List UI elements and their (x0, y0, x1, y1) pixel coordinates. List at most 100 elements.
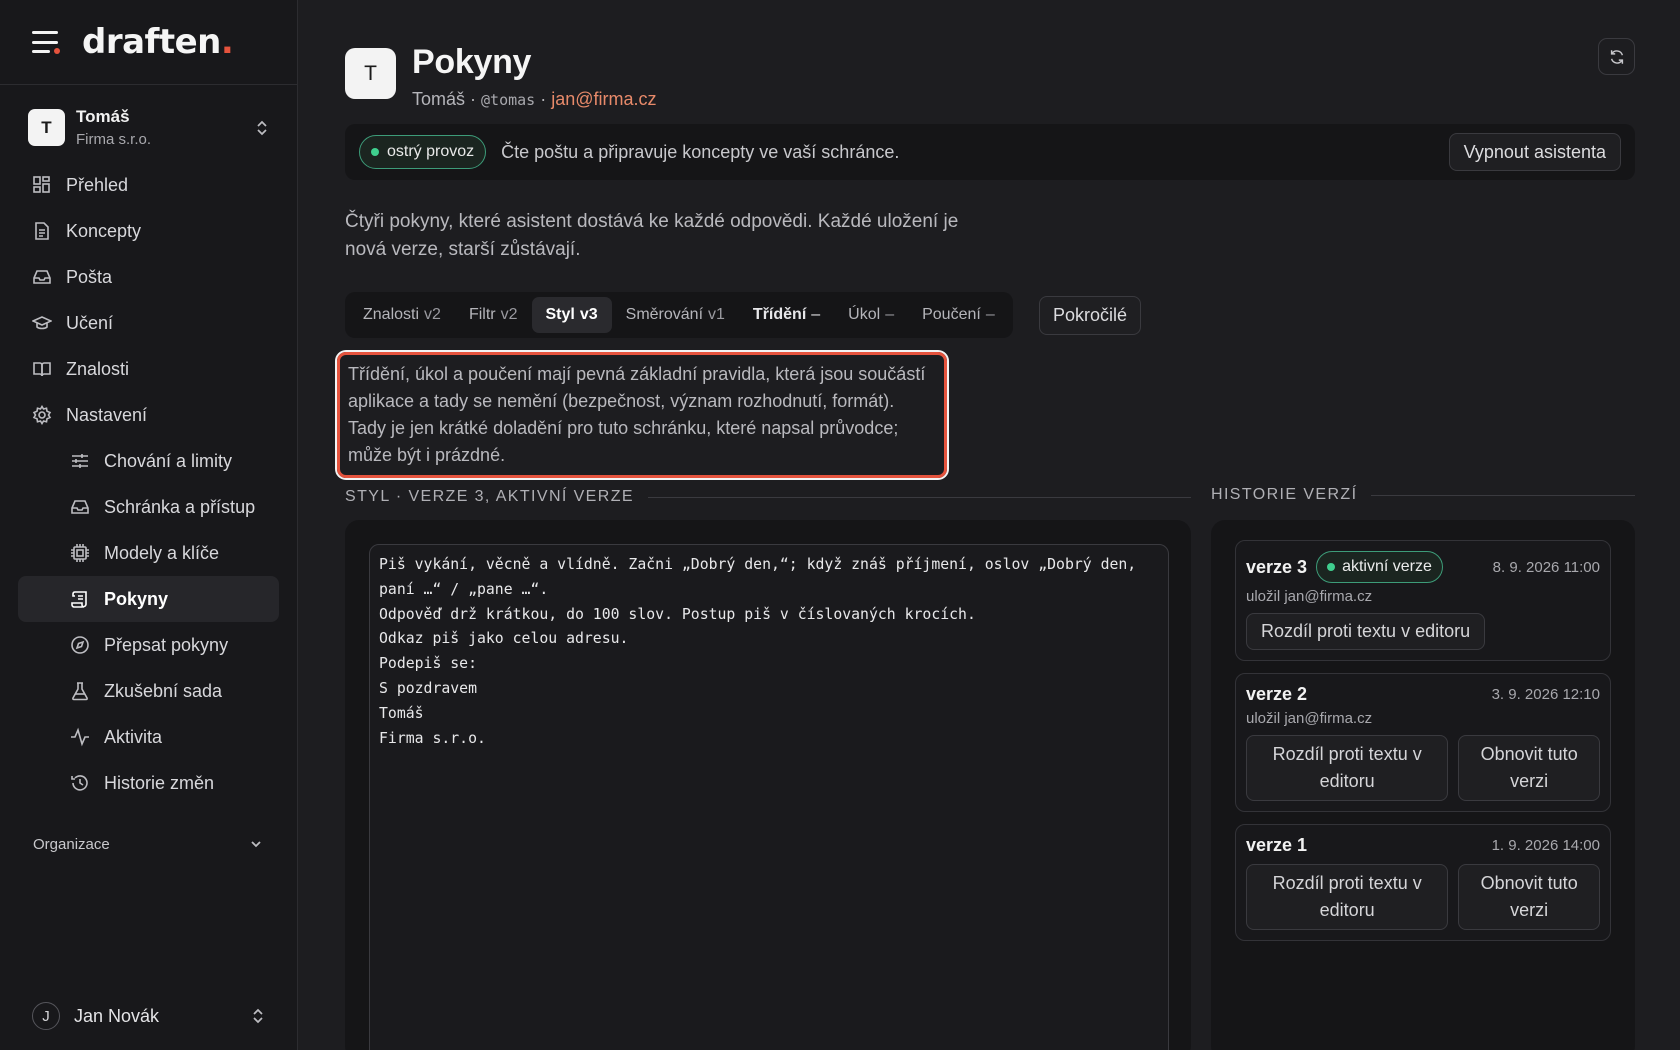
mailbox-handle: @tomas (481, 91, 536, 109)
status-badge: ostrý provoz (359, 135, 487, 169)
editor-panel: Piš vykání, věcně a vlídně. Začni „Dobrý… (345, 520, 1191, 1050)
sidebar-nav: Přehled Koncepty Pošta Učení Znalosti Na… (0, 162, 297, 806)
compass-icon (71, 636, 89, 654)
sidebar-item-znalosti[interactable]: Znalosti (18, 346, 279, 392)
sidebar-item-uceni[interactable]: Učení (18, 300, 279, 346)
sidebar-item-nastaveni[interactable]: Nastavení (18, 392, 279, 438)
sidebar-item-label: Schránka a přístup (104, 496, 256, 517)
organization-label: Organizace (33, 835, 110, 853)
inbox-icon (71, 500, 89, 514)
diff-button[interactable]: Rozdíl proti textu v editoru (1246, 613, 1486, 650)
sidebar: draften. T Tomáš Firma s.r.o. Přehled Ko… (0, 0, 298, 1050)
sidebar-item-koncepty[interactable]: Koncepty (18, 208, 279, 254)
advanced-button[interactable]: Pokročilé (1039, 296, 1142, 335)
tab-styl[interactable]: Styl v3 (531, 297, 612, 333)
sidebar-item-schranka-a-pristup[interactable]: Schránka a přístup (18, 484, 279, 530)
sidebar-item-posta[interactable]: Pošta (18, 254, 279, 300)
version-date: 8. 9. 2026 11:00 (1492, 558, 1600, 576)
account-company: Firma s.r.o. (76, 131, 152, 148)
sidebar-item-aktivita[interactable]: Aktivita (18, 714, 279, 760)
sidebar-item-label: Aktivita (104, 726, 163, 747)
page-title: Pokyny (412, 43, 532, 81)
sliders-icon (72, 454, 88, 468)
sidebar-item-zkusebni-sada[interactable]: Zkušební sada (18, 668, 279, 714)
editor-section-title: STYL · VERZE 3, AKTIVNÍ VERZE (345, 488, 1191, 506)
version-date: 1. 9. 2026 14:00 (1491, 837, 1600, 854)
sidebar-item-label: Modely a klíče (104, 542, 220, 563)
book-icon (33, 362, 51, 377)
page-header: T Pokyny Tomáš · @tomas · jan@firma.cz (345, 44, 657, 110)
tab-znalosti[interactable]: Znalosti v2 (349, 297, 455, 333)
account-avatar: T (28, 109, 65, 146)
document-icon (35, 222, 49, 240)
instruction-editor[interactable]: Piš vykání, věcně a vlídně. Začni „Dobrý… (369, 544, 1169, 1050)
status-dot-icon (1327, 563, 1336, 571)
app-logo[interactable]: draften. (82, 22, 234, 62)
banner-text: Čte poštu a připravuje koncepty ve vaší … (501, 141, 900, 162)
account-switcher[interactable]: T Tomáš Firma s.r.o. (0, 85, 297, 162)
version-card: verze 1 1. 9. 2026 14:00 Rozdíl proti te… (1235, 824, 1611, 941)
version-author: uložil jan@firma.cz (1246, 710, 1373, 727)
refresh-button[interactable] (1598, 38, 1635, 75)
inbox-icon (33, 270, 51, 284)
brand-bar: draften. (0, 0, 297, 85)
active-version-badge: aktivní verze (1316, 551, 1443, 583)
sidebar-item-historie-zmen[interactable]: Historie změn (18, 760, 279, 806)
organization-section-toggle[interactable]: Organizace (0, 824, 297, 864)
disable-assistant-button[interactable]: Vypnout asistenta (1448, 133, 1621, 171)
version-card: verze 2 3. 9. 2026 12:10 uložil jan@firm… (1235, 673, 1611, 812)
restore-version-button[interactable]: Obnovit tuto verzi (1458, 735, 1600, 801)
sidebar-item-label: Koncepty (66, 220, 142, 241)
history-section-title: HISTORIE VERZÍ (1211, 486, 1635, 504)
grid-icon (33, 176, 50, 193)
intro-text: Čtyři pokyny, které asistent dostává ke … (345, 211, 959, 260)
version-author: uložil jan@firma.cz (1246, 588, 1373, 605)
version-card: verze 3 aktivní verze 8. 9. 2026 11:00 u… (1235, 540, 1611, 661)
menu-icon[interactable] (32, 31, 60, 54)
sidebar-item-label: Přepsat pokyny (104, 634, 229, 655)
tab-ukol[interactable]: Úkol – (834, 297, 908, 333)
restore-version-button[interactable]: Obnovit tuto verzi (1458, 864, 1600, 930)
version-name: verze 1 (1246, 835, 1308, 855)
sidebar-item-pokyny[interactable]: Pokyny (18, 576, 279, 622)
chevron-down-icon (251, 841, 261, 848)
scroll-icon (71, 591, 87, 608)
mailbox-meta: Tomáš · @tomas · jan@firma.cz (412, 89, 657, 109)
user-avatar: J (32, 1002, 60, 1030)
main-content: T Pokyny Tomáš · @tomas · jan@firma.cz o… (337, 0, 1635, 1050)
version-name: verze 2 (1246, 684, 1308, 704)
sidebar-item-modely-a-klice[interactable]: Modely a klíče (18, 530, 279, 576)
tab-trideni[interactable]: Třídění – (739, 297, 834, 333)
sidebar-item-label: Zkušební sada (104, 680, 223, 701)
refresh-icon (1610, 49, 1623, 64)
version-history-panel: verze 3 aktivní verze 8. 9. 2026 11:00 u… (1211, 520, 1635, 1050)
sidebar-item-label: Znalosti (66, 358, 130, 379)
fixed-rules-note: Třídění, úkol a poučení mají pevná zákla… (337, 352, 947, 478)
user-name: Jan Novák (74, 1005, 160, 1026)
chip-icon (71, 544, 89, 562)
sidebar-item-label: Přehled (66, 174, 129, 195)
mailbox-email: jan@firma.cz (551, 89, 657, 109)
chevron-updown-icon (253, 1008, 263, 1024)
history-icon (71, 775, 88, 791)
instruction-tabs: Znalosti v2 Filtr v2 Styl v3 Směrování v1 Tř… (345, 292, 1013, 338)
tab-pouceni[interactable]: Poučení – (908, 297, 1009, 333)
user-menu[interactable]: J Jan Novák (32, 1002, 265, 1030)
sidebar-item-label: Pošta (66, 266, 113, 287)
diff-button[interactable]: Rozdíl proti textu v editoru (1246, 864, 1449, 930)
sidebar-item-label: Chování a limity (104, 450, 233, 471)
version-date: 3. 9. 2026 12:10 (1491, 686, 1600, 703)
assistant-status-banner: ostrý provoz Čte poštu a připravuje konc… (345, 124, 1635, 180)
sidebar-item-label: Učení (66, 312, 114, 333)
diff-button[interactable]: Rozdíl proti textu v editoru (1246, 735, 1449, 801)
sidebar-item-prepsat-pokyny[interactable]: Přepsat pokyny (18, 622, 279, 668)
status-dot-icon (371, 148, 379, 156)
sidebar-item-prehled[interactable]: Přehled (18, 162, 279, 208)
sidebar-item-label: Pokyny (104, 588, 169, 609)
tab-smerovani[interactable]: Směrování v1 (612, 297, 739, 333)
activity-icon (71, 727, 89, 747)
account-name: Tomáš (76, 107, 130, 126)
sidebar-item-label: Historie změn (104, 772, 215, 793)
tab-filtr[interactable]: Filtr v2 (455, 297, 532, 333)
sidebar-item-chovani-a-limity[interactable]: Chování a limity (18, 438, 279, 484)
